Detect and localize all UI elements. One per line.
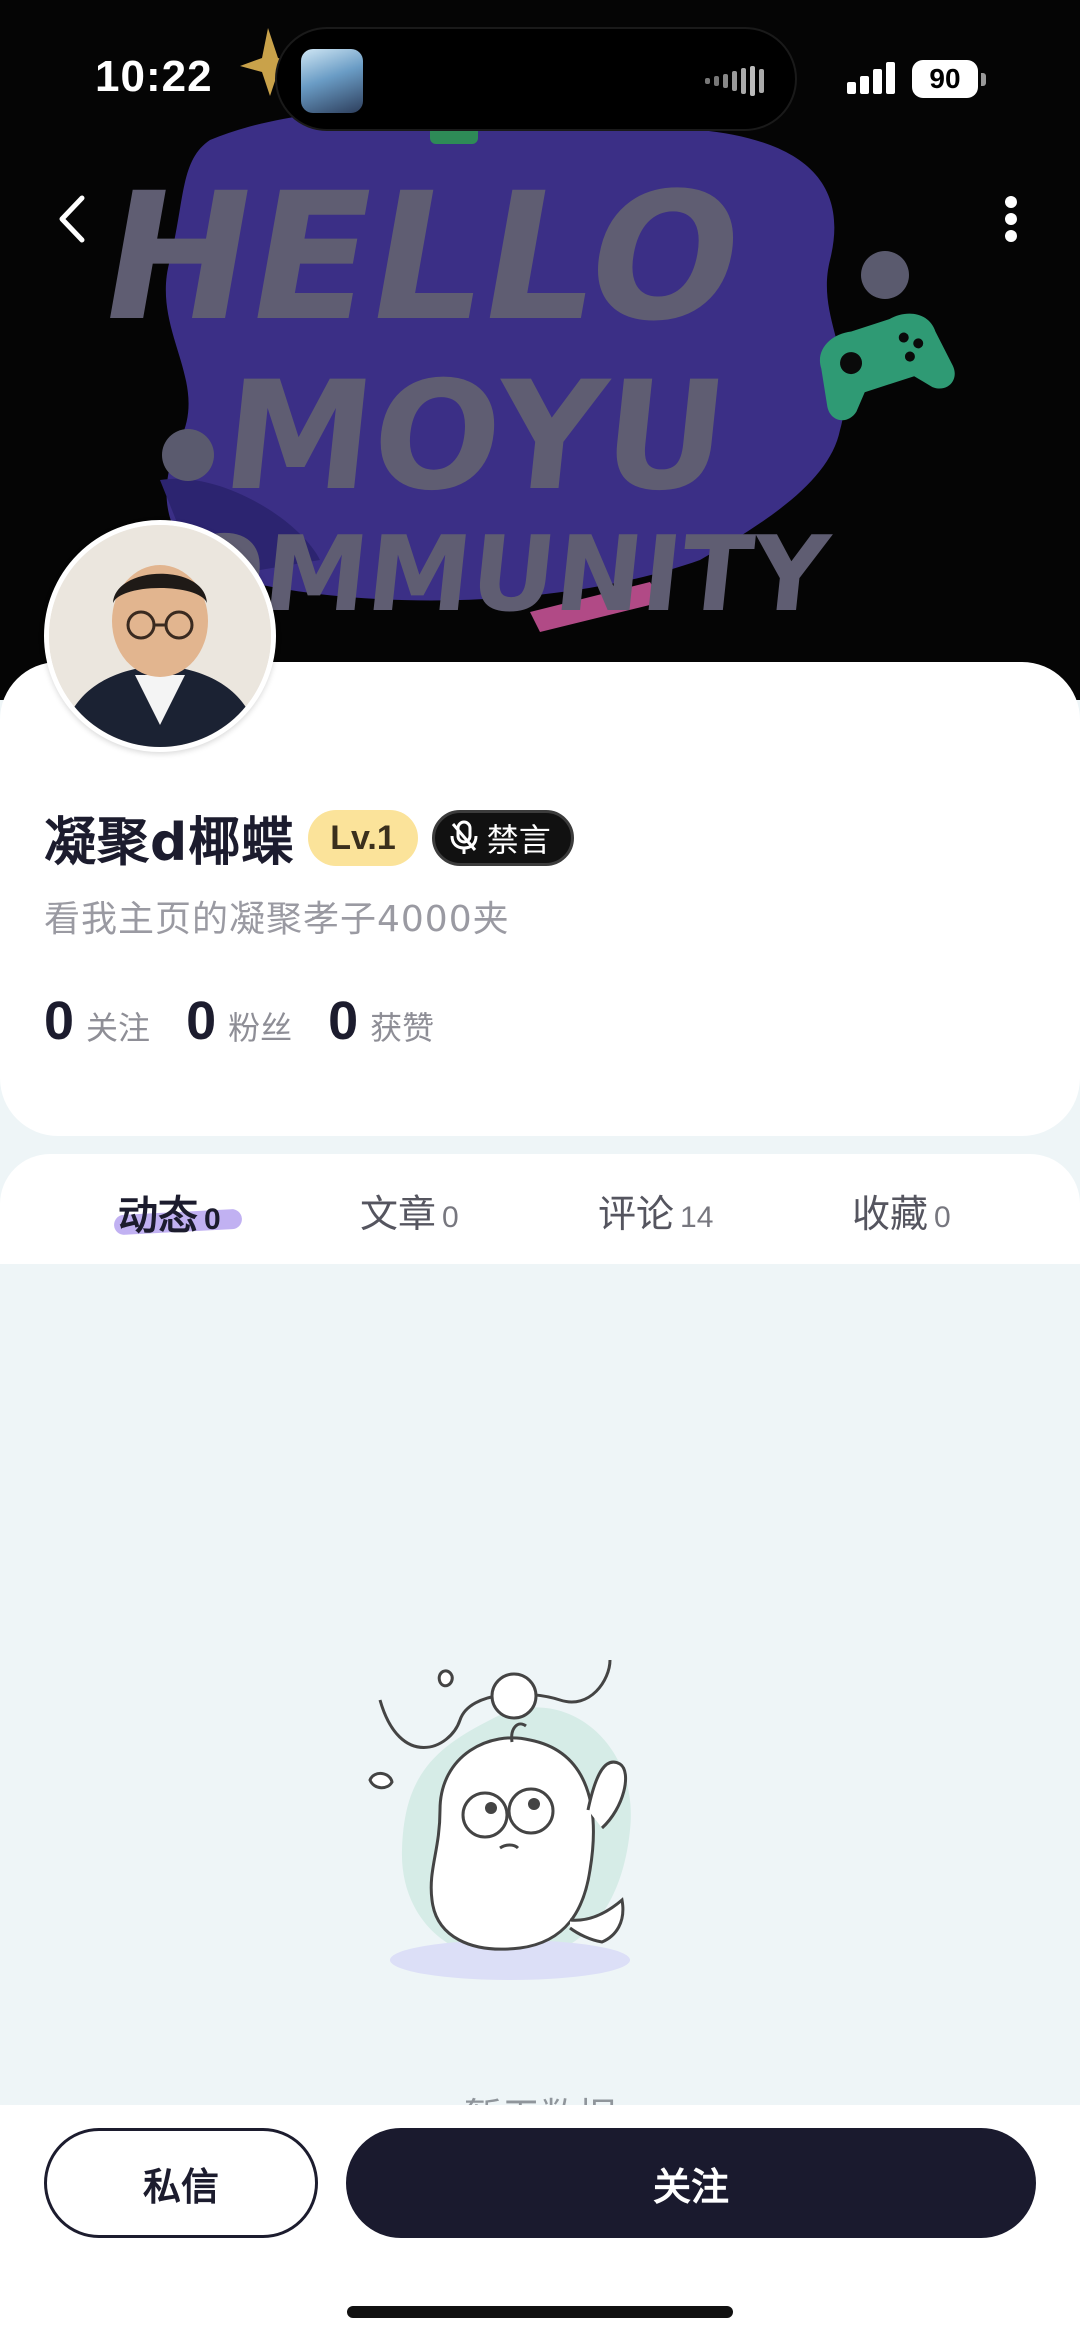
back-button[interactable] <box>40 188 102 250</box>
tab-posts[interactable]: 动态 0 <box>118 1183 221 1241</box>
tab-count: 0 <box>204 1203 221 1236</box>
empty-state-illustration <box>368 1660 631 1980</box>
tab-label: 收藏 <box>852 1192 929 1236</box>
banner-text-hello: HELLO <box>87 154 758 359</box>
stat-label: 粉丝 <box>228 1009 293 1047</box>
tab-count: 0 <box>934 1201 951 1234</box>
level-badge: Lv.1 <box>308 809 418 866</box>
dynamic-island[interactable] <box>275 27 797 131</box>
tab-label: 文章 <box>360 1192 437 1236</box>
banner-text-moyu: MOYU <box>215 349 735 524</box>
private-message-button[interactable]: 私信 <box>44 2128 318 2238</box>
muted-status-label: 禁言 <box>486 820 551 859</box>
home-indicator[interactable] <box>347 2306 733 2318</box>
status-time: 10:22 <box>95 52 213 101</box>
profile-name-row: 凝聚d椰蝶 Lv.1 禁言 <box>44 800 574 875</box>
stat-value: 0 <box>186 991 217 1051</box>
battery-indicator: 90 <box>912 60 986 98</box>
cellular-signal-icon <box>847 62 895 94</box>
user-bio: 看我主页的凝聚孝子4000夹 <box>44 899 510 940</box>
more-vertical-icon <box>1005 196 1017 242</box>
tab-favorites[interactable]: 收藏 0 <box>852 1183 951 1238</box>
tab-articles[interactable]: 文章 0 <box>360 1183 459 1238</box>
now-playing-thumbnail <box>301 49 363 113</box>
chevron-left-icon <box>59 195 85 243</box>
tab-comments[interactable]: 评论 14 <box>598 1183 713 1238</box>
tab-label: 动态 <box>118 1193 198 1239</box>
stat-label: 关注 <box>86 1009 151 1047</box>
stat-value: 0 <box>44 991 75 1051</box>
tab-count: 14 <box>680 1201 714 1234</box>
avatar-photo <box>49 525 271 747</box>
stat-likes[interactable]: 0 获赞 <box>328 990 434 1052</box>
microphone-muted-icon <box>450 820 478 854</box>
follow-button[interactable]: 关注 <box>346 2128 1036 2238</box>
tab-count: 0 <box>442 1201 459 1234</box>
more-options-button[interactable] <box>980 188 1042 250</box>
stat-following[interactable]: 0 关注 <box>44 990 150 1052</box>
status-bar: 10:22 90 <box>0 0 1080 150</box>
avatar[interactable] <box>44 520 276 752</box>
user-name: 凝聚d椰蝶 <box>44 813 295 873</box>
stat-label: 获赞 <box>370 1009 435 1047</box>
tab-label: 评论 <box>598 1192 675 1236</box>
stat-followers[interactable]: 0 粉丝 <box>186 990 292 1052</box>
muted-status-badge: 禁言 <box>431 809 574 866</box>
audio-waveform-icon <box>705 66 764 96</box>
stat-value: 0 <box>328 991 359 1051</box>
profile-stats: 0 关注 0 粉丝 0 获赞 <box>44 990 470 1052</box>
